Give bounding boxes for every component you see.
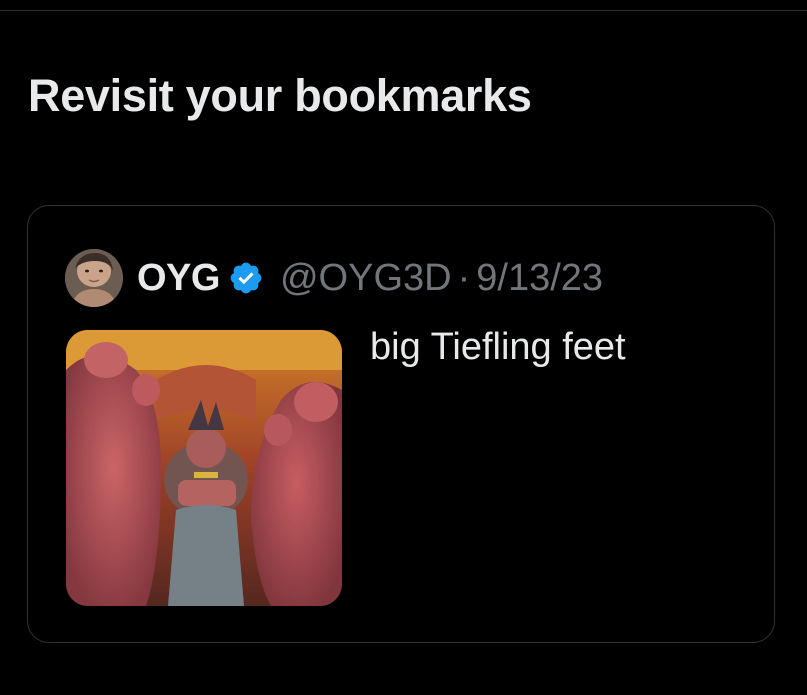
tweet-media-thumbnail[interactable] [66, 330, 342, 606]
verified-badge-icon [228, 260, 264, 296]
display-name[interactable]: OYG [137, 257, 220, 300]
top-divider [0, 10, 807, 11]
bookmarked-tweet-card[interactable]: OYG @OYG3D · 9/13/23 big Tiefling feet [27, 205, 775, 643]
image-thumbnail-icon [66, 330, 342, 606]
user-avatar[interactable] [65, 249, 123, 307]
tweet-header: OYG @OYG3D · 9/13/23 [65, 246, 603, 310]
avatar-image [65, 249, 123, 307]
separator-dot: · [457, 256, 471, 299]
tweet-text: big Tiefling feet [370, 326, 626, 368]
bookmarks-page: Revisit your bookmarks OYG @OYG3D · 9/13… [0, 0, 807, 695]
tweet-date[interactable]: 9/13/23 [476, 257, 603, 300]
user-handle[interactable]: @OYG3D [280, 257, 452, 300]
section-title: Revisit your bookmarks [28, 70, 532, 121]
